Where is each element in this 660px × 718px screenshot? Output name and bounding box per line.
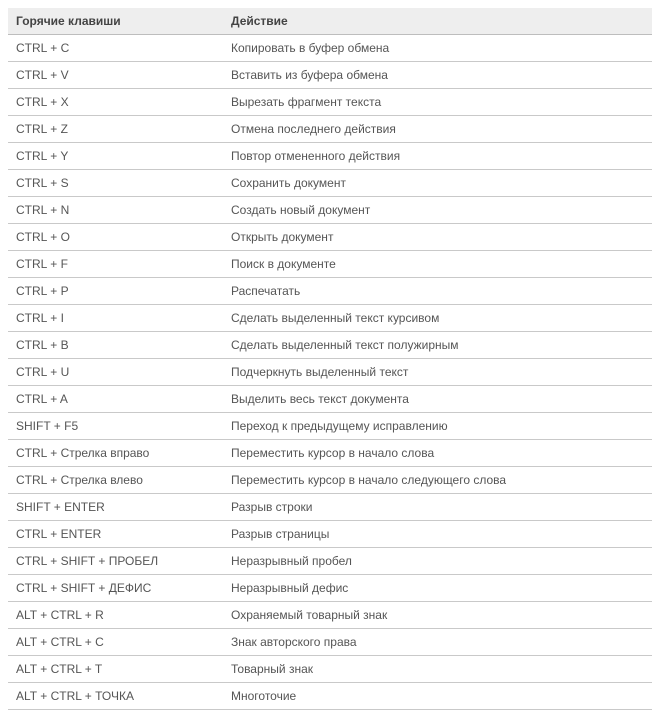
action-cell: Повтор отмененного действия [223, 143, 652, 170]
action-cell: Переход к предыдущему исправлению [223, 413, 652, 440]
table-row: CTRL + XВырезать фрагмент текста [8, 89, 652, 116]
hotkey-cell: SHIFT + ENTER [8, 494, 223, 521]
action-cell: Сделать выделенный текст курсивом [223, 305, 652, 332]
table-row: CTRL + IСделать выделенный текст курсиво… [8, 305, 652, 332]
table-row: CTRL + NСоздать новый документ [8, 197, 652, 224]
table-row: CTRL + CКопировать в буфер обмена [8, 35, 652, 62]
hotkey-cell: CTRL + X [8, 89, 223, 116]
action-cell: Разрыв строки [223, 494, 652, 521]
table-row: CTRL + FПоиск в документе [8, 251, 652, 278]
action-cell: Охраняемый товарный знак [223, 602, 652, 629]
action-cell: Сделать выделенный текст полужирным [223, 332, 652, 359]
hotkey-cell: ALT + CTRL + ТОЧКА [8, 683, 223, 710]
table-row: CTRL + SHIFT + ПРОБЕЛНеразрывный пробел [8, 548, 652, 575]
hotkey-cell: CTRL + SHIFT + ПРОБЕЛ [8, 548, 223, 575]
action-cell: Отмена последнего действия [223, 116, 652, 143]
hotkey-cell: CTRL + B [8, 332, 223, 359]
action-cell: Создать новый документ [223, 197, 652, 224]
action-cell: Сохранить документ [223, 170, 652, 197]
action-cell: Многоточие [223, 683, 652, 710]
table-row: CTRL + Стрелка влевоПереместить курсор в… [8, 467, 652, 494]
table-row: SHIFT + ENTERРазрыв строки [8, 494, 652, 521]
hotkey-cell: CTRL + ENTER [8, 521, 223, 548]
hotkey-cell: CTRL + N [8, 197, 223, 224]
hotkey-cell: CTRL + F [8, 251, 223, 278]
table-row: ALT + CTRL + TТоварный знак [8, 656, 652, 683]
action-cell: Неразрывный пробел [223, 548, 652, 575]
action-cell: Копировать в буфер обмена [223, 35, 652, 62]
table-row: CTRL + SСохранить документ [8, 170, 652, 197]
action-cell: Подчеркнуть выделенный текст [223, 359, 652, 386]
table-row: CTRL + ZОтмена последнего действия [8, 116, 652, 143]
table-row: CTRL + YПовтор отмененного действия [8, 143, 652, 170]
hotkey-cell: CTRL + O [8, 224, 223, 251]
table-row: CTRL + VВставить из буфера обмена [8, 62, 652, 89]
hotkey-cell: CTRL + SHIFT + ДЕФИС [8, 575, 223, 602]
action-cell: Вырезать фрагмент текста [223, 89, 652, 116]
table-row: CTRL + Стрелка вправоПереместить курсор … [8, 440, 652, 467]
hotkey-cell: CTRL + A [8, 386, 223, 413]
action-cell: Вставить из буфера обмена [223, 62, 652, 89]
action-cell: Поиск в документе [223, 251, 652, 278]
hotkey-cell: CTRL + Y [8, 143, 223, 170]
hotkey-cell: CTRL + S [8, 170, 223, 197]
table-row: CTRL + SHIFT + ДЕФИСНеразрывный дефис [8, 575, 652, 602]
table-row: SHIFT + F5Переход к предыдущему исправле… [8, 413, 652, 440]
action-cell: Разрыв страницы [223, 521, 652, 548]
header-hotkey: Горячие клавиши [8, 8, 223, 35]
hotkey-cell: CTRL + Z [8, 116, 223, 143]
table-row: CTRL + UПодчеркнуть выделенный текст [8, 359, 652, 386]
hotkey-cell: CTRL + P [8, 278, 223, 305]
hotkey-cell: CTRL + I [8, 305, 223, 332]
table-row: CTRL + AВыделить весь текст документа [8, 386, 652, 413]
action-cell: Переместить курсор в начало слова [223, 440, 652, 467]
hotkey-cell: CTRL + U [8, 359, 223, 386]
hotkey-cell: ALT + CTRL + R [8, 602, 223, 629]
hotkey-cell: CTRL + Стрелка вправо [8, 440, 223, 467]
hotkey-cell: CTRL + C [8, 35, 223, 62]
hotkey-cell: CTRL + Стрелка влево [8, 467, 223, 494]
action-cell: Выделить весь текст документа [223, 386, 652, 413]
hotkeys-table: Горячие клавиши Действие CTRL + CКопиров… [8, 8, 652, 710]
header-action: Действие [223, 8, 652, 35]
action-cell: Товарный знак [223, 656, 652, 683]
table-row: CTRL + PРаспечатать [8, 278, 652, 305]
table-row: ALT + CTRL + RОхраняемый товарный знак [8, 602, 652, 629]
table-row: CTRL + BСделать выделенный текст полужир… [8, 332, 652, 359]
hotkey-cell: ALT + CTRL + C [8, 629, 223, 656]
action-cell: Знак авторского права [223, 629, 652, 656]
hotkey-cell: SHIFT + F5 [8, 413, 223, 440]
action-cell: Неразрывный дефис [223, 575, 652, 602]
action-cell: Открыть документ [223, 224, 652, 251]
table-row: CTRL + ENTERРазрыв страницы [8, 521, 652, 548]
table-row: CTRL + OОткрыть документ [8, 224, 652, 251]
action-cell: Переместить курсор в начало следующего с… [223, 467, 652, 494]
table-row: ALT + CTRL + CЗнак авторского права [8, 629, 652, 656]
table-header-row: Горячие клавиши Действие [8, 8, 652, 35]
table-row: ALT + CTRL + ТОЧКАМноготочие [8, 683, 652, 710]
hotkey-cell: CTRL + V [8, 62, 223, 89]
action-cell: Распечатать [223, 278, 652, 305]
hotkey-cell: ALT + CTRL + T [8, 656, 223, 683]
